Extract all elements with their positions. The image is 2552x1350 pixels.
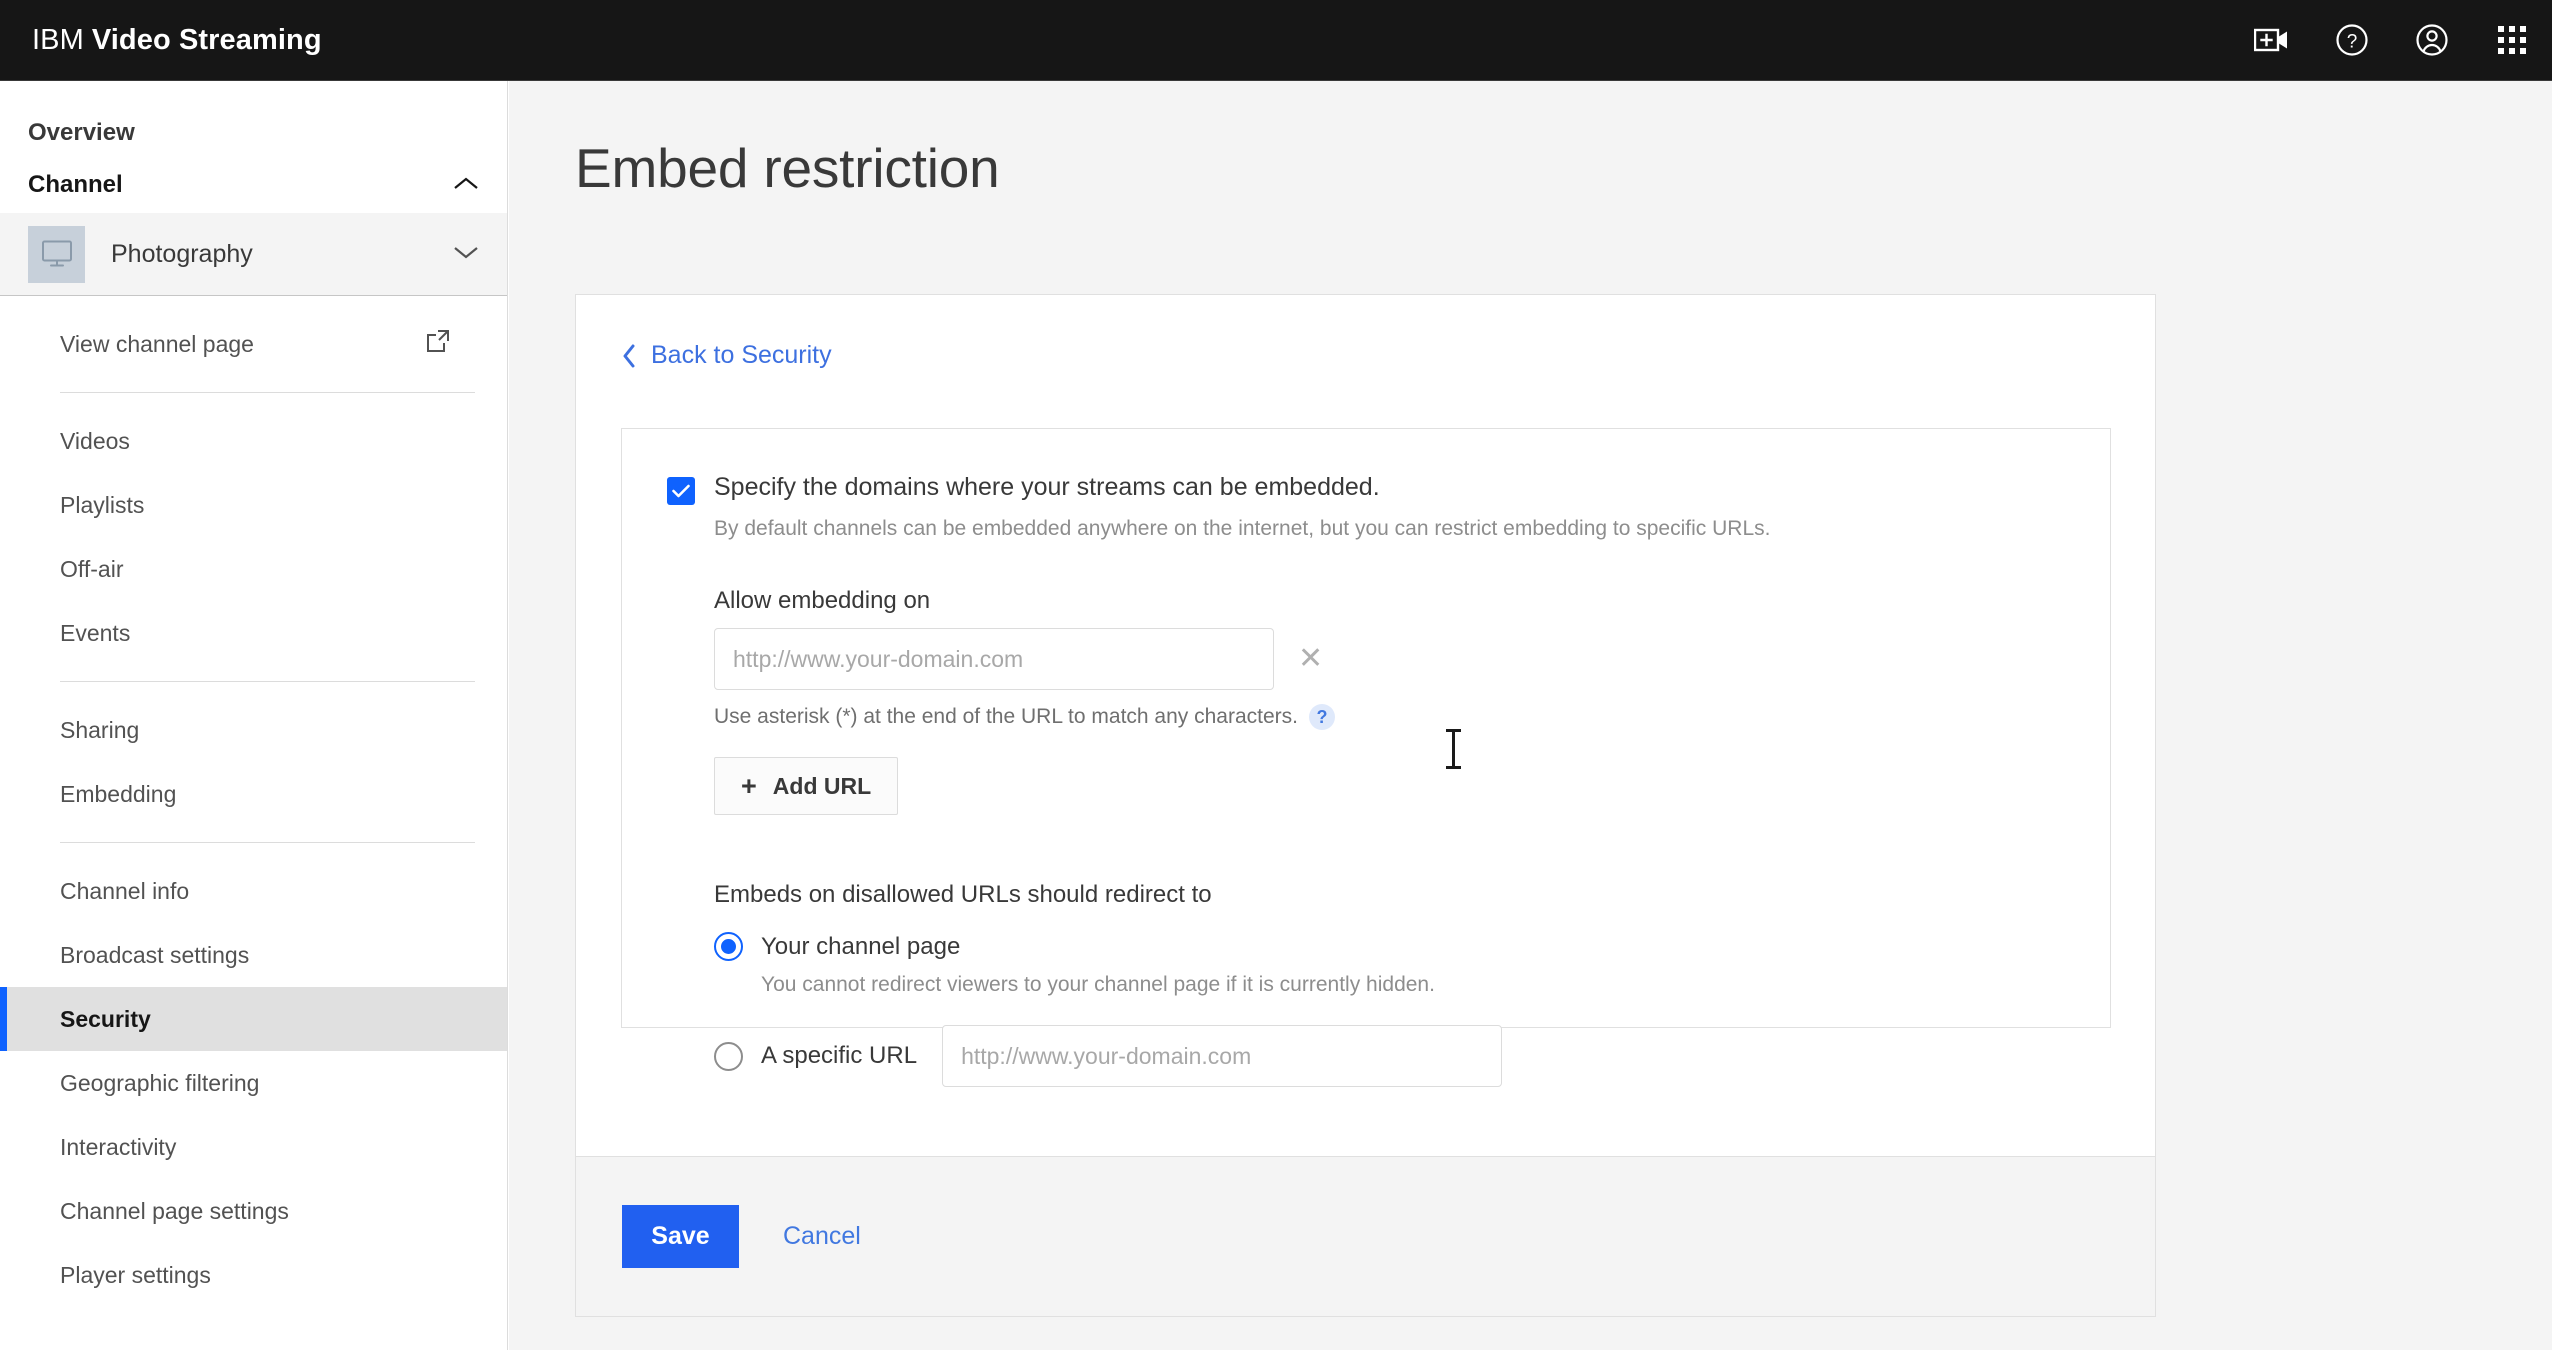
sidebar-item-channel-page-settings[interactable]: Channel page settings (0, 1179, 507, 1243)
question-mark-icon[interactable]: ? (1308, 704, 1335, 730)
sidebar-group-3: Channel info Broadcast settings Security… (0, 843, 507, 1323)
redirect-title: Embeds on disallowed URLs should redirec… (714, 881, 1212, 908)
app-switcher-icon[interactable] (2472, 0, 2552, 80)
sidebar-item-label: Player settings (60, 1261, 211, 1288)
sidebar-item-label: Geographic filtering (60, 1069, 260, 1096)
radio-channel-page-label: Your channel page (761, 932, 961, 960)
sidebar-item-overview[interactable]: Overview (0, 109, 507, 157)
plus-icon: + (741, 770, 757, 801)
channel-thumbnail (28, 225, 85, 283)
sidebar-item-broadcast-settings[interactable]: Broadcast settings (0, 923, 507, 987)
sidebar-item-player-settings[interactable]: Player settings (0, 1243, 507, 1307)
sidebar-item-embedding[interactable]: Embedding (0, 762, 507, 826)
add-url-button[interactable]: + Add URL (714, 757, 899, 815)
add-url-label: Add URL (772, 772, 872, 799)
sidebar-item-off-air[interactable]: Off-air (0, 537, 507, 601)
specific-redirect-url-input[interactable] (942, 1025, 1503, 1087)
specify-domains-help-text: By default channels can be embedded anyw… (714, 517, 1771, 540)
sidebar-item-view-channel-page[interactable]: View channel page (0, 312, 507, 376)
cancel-button[interactable]: Cancel (783, 1222, 861, 1251)
sidebar-item-security[interactable]: Security (0, 987, 507, 1051)
sidebar-item-geographic-filtering[interactable]: Geographic filtering (0, 1051, 507, 1115)
redirect-option-channel-page[interactable]: Your channel page (714, 932, 2110, 961)
brand-logo[interactable]: IBM Video Streaming (32, 24, 322, 57)
back-link-label: Back to Security (651, 341, 832, 369)
sidebar-item-label: Sharing (60, 716, 140, 743)
sidebar-current-channel[interactable]: Photography (0, 213, 507, 296)
specify-domains-checkbox[interactable] (667, 477, 695, 505)
main-content: Embed restriction Back to Security Speci… (509, 81, 2552, 1350)
help-icon[interactable]: ? (2312, 0, 2392, 80)
checkmark-icon (672, 484, 690, 498)
sidebar-item-label: Embedding (60, 780, 177, 807)
chevron-left-icon (622, 344, 637, 368)
display-icon (41, 240, 72, 267)
sidebar-item-videos[interactable]: Videos (0, 409, 507, 473)
sidebar: Overview Channel Photography View channe… (0, 81, 508, 1350)
brand-ibm-text: IBM (32, 23, 84, 56)
sidebar-item-sharing[interactable]: Sharing (0, 698, 507, 762)
sidebar-item-label: Channel info (60, 877, 190, 904)
settings-card: Back to Security Specify the domains whe… (575, 294, 2156, 1317)
sidebar-item-events[interactable]: Events (0, 601, 507, 665)
sidebar-menu: View channel page Videos Playlists Off-a… (0, 296, 507, 1323)
chevron-down-icon[interactable] (453, 244, 479, 265)
sidebar-section-channel-label: Channel (28, 171, 123, 198)
sidebar-group-1: Videos Playlists Off-air Events (0, 393, 507, 681)
allow-embedding-url-input[interactable] (714, 628, 1274, 690)
redirect-options: Embeds on disallowed URLs should redirec… (714, 881, 2110, 1087)
back-to-security-link[interactable]: Back to Security (622, 341, 832, 370)
sidebar-item-label: Events (60, 619, 131, 646)
specify-domains-label: Specify the domains where your streams c… (714, 473, 1380, 501)
sidebar-item-label: Channel page settings (60, 1197, 289, 1224)
sidebar-item-interactivity[interactable]: Interactivity (0, 1115, 507, 1179)
redirect-option-specific-url[interactable]: A specific URL (714, 1025, 2110, 1087)
app-header: IBM Video Streaming ? (0, 0, 2552, 81)
radio-channel-page[interactable] (714, 932, 743, 961)
channel-name: Photography (111, 239, 253, 268)
clear-url-icon[interactable]: ✕ (1298, 644, 1323, 674)
sidebar-item-playlists[interactable]: Playlists (0, 473, 507, 537)
sidebar-top-nav: Overview Channel (0, 81, 507, 213)
page-title: Embed restriction (575, 137, 1000, 199)
allow-embedding-hint: Use asterisk (*) at the end of the URL t… (714, 705, 1298, 728)
sidebar-item-label: Playlists (60, 491, 145, 518)
embed-restriction-panel: Specify the domains where your streams c… (621, 428, 2111, 1087)
brand-product-text: Video Streaming (91, 23, 322, 56)
allow-embedding-field: Allow embedding on ✕ Use asterisk (*) at… (714, 587, 2110, 815)
allow-embedding-label: Allow embedding on (714, 587, 931, 614)
radio-dot (721, 939, 736, 954)
sidebar-item-label: Interactivity (60, 1133, 177, 1160)
sidebar-group-0: View channel page (0, 296, 507, 392)
sidebar-section-channel[interactable]: Channel (0, 157, 507, 213)
svg-text:?: ? (2347, 32, 2358, 53)
chevron-up-icon (453, 171, 479, 199)
header-actions: ? (2232, 0, 2552, 80)
card-footer: Save Cancel (576, 1156, 2155, 1316)
add-video-icon[interactable] (2232, 0, 2312, 80)
radio-specific-url[interactable] (714, 1041, 743, 1071)
sidebar-item-label: Broadcast settings (60, 941, 250, 968)
radio-specific-url-label: A specific URL (761, 1042, 918, 1069)
specify-domains-checkbox-row[interactable]: Specify the domains where your streams c… (667, 473, 2110, 505)
allow-embedding-input-row: ✕ (714, 628, 2110, 690)
sidebar-item-label: Videos (60, 427, 130, 454)
redirect-channel-page-help: You cannot redirect viewers to your chan… (761, 973, 1435, 996)
sidebar-item-label: View channel page (60, 330, 254, 357)
sidebar-group-2: Sharing Embedding (0, 682, 507, 842)
sidebar-item-channel-info[interactable]: Channel info (0, 859, 507, 923)
save-button[interactable]: Save (622, 1205, 739, 1268)
sidebar-item-label: Off-air (60, 555, 124, 582)
allow-embedding-hint-row: Use asterisk (*) at the end of the URL t… (714, 704, 2110, 730)
user-account-icon[interactable] (2392, 0, 2472, 80)
sidebar-item-label: Security (60, 1005, 151, 1032)
external-link-icon (425, 328, 451, 360)
